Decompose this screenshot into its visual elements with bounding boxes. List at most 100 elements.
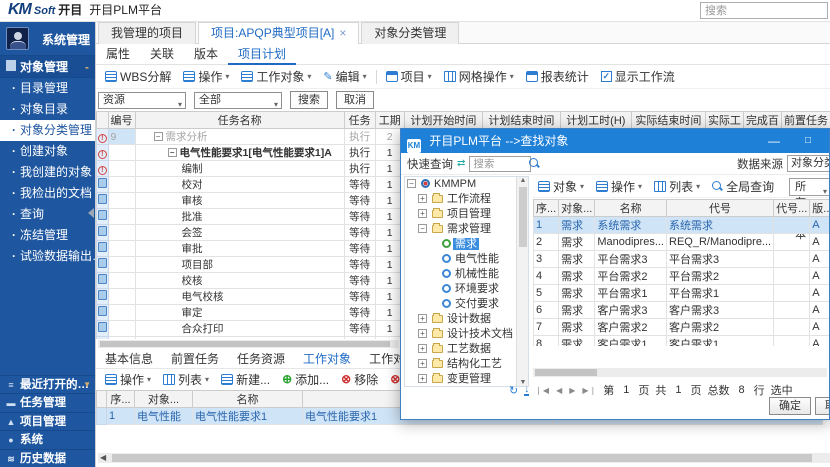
project-button[interactable]: 项目▾ [381, 66, 437, 87]
result-row[interactable]: 8需求客户需求1客户需求1A [534, 336, 830, 347]
tree-node-2[interactable]: +项目管理 [405, 207, 528, 222]
collapse-icon[interactable]: − [154, 132, 163, 141]
column-header-5[interactable]: 计划开始时间 [404, 112, 482, 129]
subtab-0[interactable]: 属性 [96, 44, 140, 65]
dialog-titlebar[interactable]: KM 开目PLM平台 -->查找对象 — □ [401, 129, 829, 153]
column-header-9[interactable]: 实际工 [705, 112, 743, 129]
tree-node-4[interactable]: 需求 [405, 237, 528, 252]
refresh-icon[interactable]: ⇄ [457, 158, 465, 169]
list-button[interactable]: 列表▾ [649, 176, 705, 197]
first-page-icon[interactable]: ❘◀ [535, 386, 550, 395]
close-tab-icon[interactable]: × [339, 26, 346, 40]
sidebar-bottom-item-0[interactable]: ≡最近打开的…▼ [0, 375, 95, 394]
dialog-hscrollbar[interactable] [533, 368, 827, 377]
detail-tab-2[interactable]: 任务资源 [228, 350, 294, 368]
sidebar-collapse-arrow-icon[interactable] [88, 208, 94, 218]
subtab-2[interactable]: 版本 [184, 44, 228, 65]
tab-1[interactable]: 项目:APQP典型项目[A]× [198, 22, 359, 44]
tree-node-7[interactable]: 环境要求 [405, 282, 528, 297]
tree-vscrollbar[interactable]: ▲ ▼ [516, 177, 528, 386]
expand-icon[interactable]: + [418, 344, 427, 353]
result-row[interactable]: 1需求系统需求系统需求A [534, 217, 830, 234]
tree-node-12[interactable]: +结构化工艺 [405, 357, 528, 372]
column-header-1[interactable]: 对象... [559, 200, 595, 217]
sidebar-item-0[interactable]: 目录管理 [0, 78, 95, 99]
next-page-icon[interactable]: ▶ [569, 386, 576, 395]
expand-icon[interactable]: + [418, 359, 427, 368]
ok-button[interactable]: 确定 [769, 397, 811, 415]
add-button[interactable]: ⊕添加... [277, 369, 334, 390]
tree-node-3[interactable]: −需求管理 [405, 222, 528, 237]
sidebar-item-4[interactable]: 我创建的对象 [0, 162, 95, 183]
detail-tab-3[interactable]: 工作对象 [294, 350, 360, 368]
last-page-icon[interactable]: ▶❘ [582, 386, 597, 395]
work-object-button[interactable]: 工作对象▾ [236, 66, 316, 87]
result-row[interactable]: 4需求平台需求2平台需求2A [534, 268, 830, 285]
column-header-8[interactable]: 实际结束时间 [631, 112, 705, 129]
column-header-10[interactable]: 完成百 [743, 112, 781, 129]
column-header-4[interactable]: 工期 [375, 112, 404, 129]
report-button[interactable]: 报表统计 [521, 66, 594, 87]
tree-node-11[interactable]: +工艺数据 [405, 342, 528, 357]
sidebar-item-2[interactable]: 对象分类管理 [0, 120, 95, 141]
column-header-1[interactable]: 编号 [108, 112, 135, 129]
sidebar-bottom-item-4[interactable]: ≋历史数据 [0, 449, 95, 467]
collapse-icon[interactable]: − [418, 224, 427, 233]
datasource-select[interactable]: 对象分类 [787, 155, 830, 172]
sidebar-bottom-item-1[interactable]: ▬任务管理 [0, 393, 95, 412]
cancel-button[interactable]: 取消 [336, 91, 374, 109]
tree-node-5[interactable]: 电气性能 [405, 252, 528, 267]
column-header-4[interactable]: 代号... [774, 200, 810, 217]
wbs-button[interactable]: WBS分解 [100, 66, 176, 87]
tree-node-8[interactable]: 交付要求 [405, 297, 528, 312]
version-select[interactable]: 所有版本▾ [789, 178, 830, 196]
subtab-3[interactable]: 项目计划 [228, 44, 296, 65]
operate-button[interactable]: 操作▾ [100, 369, 156, 390]
column-header-2[interactable]: 名称 [595, 200, 667, 217]
operate-button[interactable]: 操作▾ [591, 176, 647, 197]
result-row[interactable]: 3需求平台需求3平台需求3A [534, 251, 830, 268]
column-header-11[interactable]: 前置任务 [781, 112, 830, 129]
column-header-3[interactable]: 代号 [667, 200, 774, 217]
sidebar-item-3[interactable]: 创建对象 [0, 141, 95, 162]
column-header-5[interactable]: 版... [810, 200, 830, 217]
sidebar-item-8[interactable]: 试验数据输出… [0, 246, 95, 267]
tree-node-10[interactable]: +设计技术文档 [405, 327, 528, 342]
sidebar-item-6[interactable]: 查询 [0, 204, 95, 225]
tree-node-1[interactable]: +工作流程 [405, 192, 528, 207]
chevron-down-icon[interactable]: ▼ [83, 376, 91, 394]
global-search-input[interactable] [700, 2, 828, 19]
expand-icon[interactable]: + [418, 194, 427, 203]
column-header-0[interactable]: 序... [534, 200, 559, 217]
operate-button[interactable]: 操作▾ [178, 66, 234, 87]
filter-field-select[interactable]: 资源▾ [98, 92, 186, 109]
result-row[interactable]: 2需求Manodipres...REQ_R/Manodipre...A [534, 234, 830, 251]
sidebar-bottom-item-3[interactable]: ●系统 [0, 430, 95, 449]
object-button[interactable]: 对象▾ [533, 176, 589, 197]
detail-tab-1[interactable]: 前置任务 [162, 350, 228, 368]
edit-pencil-button[interactable]: ✎编辑▾ [318, 66, 371, 87]
subtab-1[interactable]: 关联 [140, 44, 184, 65]
download-icon[interactable]: ↓ [524, 385, 529, 396]
prev-page-icon[interactable]: ◀ [556, 386, 563, 395]
column-header-1[interactable]: 对象... [135, 391, 193, 408]
search-button[interactable]: 搜索 [290, 91, 328, 109]
sidebar-item-5[interactable]: 我检出的文档 [0, 183, 95, 204]
scroll-left-icon[interactable]: ◀ [100, 453, 106, 463]
column-header-6[interactable]: 计划结束时间 [482, 112, 560, 129]
scroll-up-icon[interactable]: ▲ [517, 177, 529, 184]
expand-icon[interactable]: + [418, 329, 427, 338]
task-table-hscrollbar[interactable] [98, 340, 398, 348]
workflow-checkbox-button[interactable]: ✓显示工作流 [596, 66, 680, 87]
cancel-button[interactable]: 取消 [815, 397, 830, 415]
sidebar-bottom-item-2[interactable]: ▲项目管理 [0, 412, 95, 431]
sidebar-section-object-management[interactable]: 对象管理 - [0, 56, 95, 78]
tree-node-6[interactable]: 机械性能 [405, 267, 528, 282]
expand-icon[interactable]: + [418, 209, 427, 218]
main-hscrollbar[interactable]: ◀ [98, 453, 830, 463]
column-header-2[interactable]: 任务名称 [135, 112, 344, 129]
collapse-icon[interactable]: − [168, 148, 177, 157]
tab-0[interactable]: 我管理的项目 [98, 22, 196, 44]
result-row[interactable]: 6需求客户需求3客户需求3A [534, 302, 830, 319]
result-row[interactable]: 7需求客户需求2客户需求2A [534, 319, 830, 336]
